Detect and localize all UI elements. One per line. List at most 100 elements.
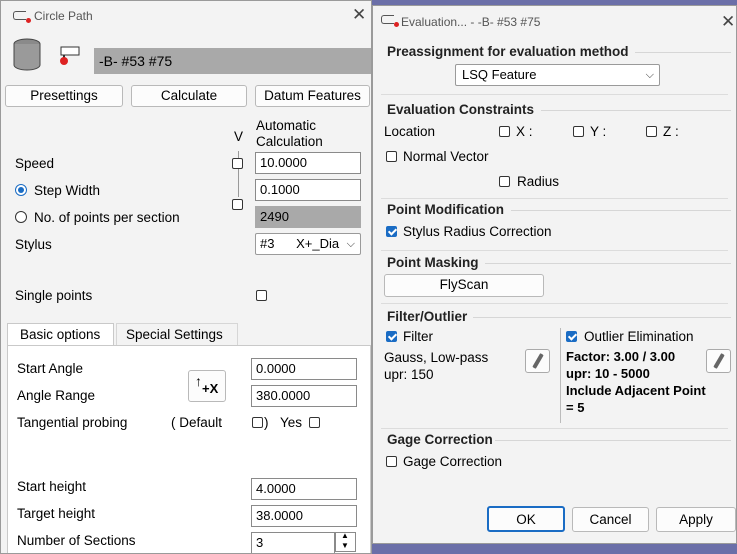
point-masking-line: [485, 263, 731, 264]
x-checkbox[interactable]: [499, 126, 510, 137]
filter-edit-button[interactable]: [525, 349, 550, 373]
x-label: X :: [516, 124, 533, 139]
cancel-button[interactable]: Cancel: [572, 507, 649, 532]
flyscan-button[interactable]: FlyScan: [384, 274, 544, 297]
step-width-radio[interactable]: [15, 184, 27, 196]
location-label: Location: [384, 124, 436, 139]
num-sections-field[interactable]: 3: [251, 532, 335, 553]
filter-label: Filter: [403, 329, 433, 344]
tangential-close-paren: ): [264, 415, 269, 430]
gage-correction-line: [495, 440, 731, 441]
automatic-calculation-header: Automatic Calculation: [256, 118, 323, 149]
y-checkbox[interactable]: [573, 126, 584, 137]
points-per-section-field: 2490: [255, 206, 361, 228]
presettings-button[interactable]: Presettings: [5, 85, 123, 107]
speed-label: Speed: [15, 156, 55, 171]
outlier-n: = 5: [566, 400, 585, 415]
chevron-down-icon: ⌵: [645, 69, 654, 81]
outlier-factor: Factor: 3.00 / 3.00: [566, 349, 676, 364]
points-per-section-radio[interactable]: [15, 211, 27, 223]
tangential-yes-label: Yes: [280, 415, 303, 430]
evaluation-window: Evaluation... - -B- #53 #75 ✕ Preassignm…: [372, 5, 737, 544]
points-checkbox[interactable]: [232, 199, 243, 210]
separator: [381, 428, 728, 429]
start-height-field[interactable]: 4.0000: [251, 478, 357, 500]
tab-special-label: Special Settings: [126, 327, 223, 342]
num-sections-stepper[interactable]: ▲ ▼: [335, 531, 356, 552]
tangential-default-checkbox[interactable]: [252, 417, 263, 428]
speed-checkbox[interactable]: [232, 158, 243, 169]
gage-correction-checkbox[interactable]: [386, 456, 397, 467]
gage-correction-title: Gage Correction: [387, 432, 493, 447]
direction-label: +X: [202, 381, 219, 396]
outlier-upr: upr: 10 - 5000: [566, 366, 650, 381]
tangential-probing-label: Tangential probing: [17, 415, 128, 430]
outlier-details: Factor: 3.00 / 3.00 upr: 10 - 5000 Inclu…: [566, 348, 706, 422]
close-icon[interactable]: ✕: [352, 5, 366, 25]
tangential-default-label: ( Default: [171, 415, 223, 430]
filter-outlier-line: [473, 317, 731, 318]
points-per-section-label: No. of points per section: [34, 210, 180, 225]
tab-special-settings[interactable]: Special Settings: [116, 323, 238, 345]
preassignment-title: Preassignment for evaluation method: [387, 44, 629, 59]
point-masking-title: Point Masking: [387, 255, 479, 270]
evaluation-method-dropdown[interactable]: LSQ Feature ⌵: [455, 64, 660, 86]
window-title: Circle Path: [34, 9, 93, 23]
outlier-adjacent: Include Adjacent Points, n: [566, 383, 706, 398]
radius-checkbox[interactable]: [499, 176, 510, 187]
target-height-label: Target height: [17, 506, 96, 521]
target-height-field[interactable]: 38.0000: [251, 505, 357, 527]
separator: [381, 198, 728, 199]
constraints-line: [541, 110, 731, 111]
y-label: Y :: [590, 124, 607, 139]
app-icon: [381, 15, 399, 27]
outlier-edit-button[interactable]: [706, 349, 731, 373]
normal-vector-label: Normal Vector: [403, 149, 489, 164]
single-points-checkbox[interactable]: [256, 290, 267, 301]
stepper-up-icon[interactable]: ▲: [341, 531, 349, 540]
separator: [381, 250, 728, 251]
point-modification-title: Point Modification: [387, 202, 504, 217]
element-name-field[interactable]: -B- #53 #75: [94, 48, 371, 74]
stylus-radius-correction-checkbox[interactable]: [386, 226, 397, 237]
normal-vector-checkbox[interactable]: [386, 151, 397, 162]
direction-button[interactable]: ↑ +X: [188, 370, 226, 402]
start-angle-field[interactable]: 0.0000: [251, 358, 357, 380]
apply-button[interactable]: Apply: [656, 507, 736, 532]
cylinder-icon: [13, 38, 41, 71]
title-bar: Evaluation... - -B- #53 #75 ✕: [373, 6, 736, 36]
tangential-yes-checkbox[interactable]: [309, 417, 320, 428]
filter-outlier-title: Filter/Outlier: [387, 309, 468, 324]
z-label: Z :: [663, 124, 679, 139]
stylus-label: Stylus: [15, 237, 52, 252]
title-bar: Circle Path ✕: [1, 1, 371, 31]
circle-path-window: Circle Path ✕ -B- #53 #75 Presettings Ca…: [0, 0, 372, 554]
ok-button[interactable]: OK: [487, 506, 565, 532]
constraints-title: Evaluation Constraints: [387, 102, 535, 117]
outlier-elimination-label: Outlier Elimination: [584, 329, 694, 344]
outlier-elimination-checkbox[interactable]: [566, 331, 577, 342]
window-title: Evaluation... - -B- #53 #75: [401, 15, 541, 29]
filter-divider: [560, 328, 561, 423]
start-height-label: Start height: [17, 479, 87, 494]
close-icon[interactable]: ✕: [721, 12, 735, 32]
filter-desc-line1: Gauss, Low-pass: [384, 350, 489, 365]
angle-range-field[interactable]: 380.0000: [251, 385, 357, 407]
tab-basic-options[interactable]: Basic options: [7, 323, 114, 345]
separator: [381, 303, 728, 304]
radius-label: Radius: [517, 174, 560, 189]
z-checkbox[interactable]: [646, 126, 657, 137]
point-modification-line: [511, 210, 731, 211]
step-width-field[interactable]: 0.1000: [255, 179, 361, 201]
step-width-label: Step Width: [34, 183, 101, 198]
start-angle-label: Start Angle: [17, 361, 84, 376]
stylus-icon: [60, 46, 80, 65]
calculate-button[interactable]: Calculate: [131, 85, 247, 107]
filter-checkbox[interactable]: [386, 331, 397, 342]
stylus-dropdown[interactable]: #3 X+_Dia ⌵: [255, 233, 361, 255]
angle-range-label: Angle Range: [17, 388, 96, 403]
speed-field[interactable]: 10.0000: [255, 152, 361, 174]
tab-basic-label: Basic options: [20, 327, 101, 342]
datum-features-button[interactable]: Datum Features: [255, 85, 370, 107]
stepper-down-icon[interactable]: ▼: [341, 541, 349, 550]
